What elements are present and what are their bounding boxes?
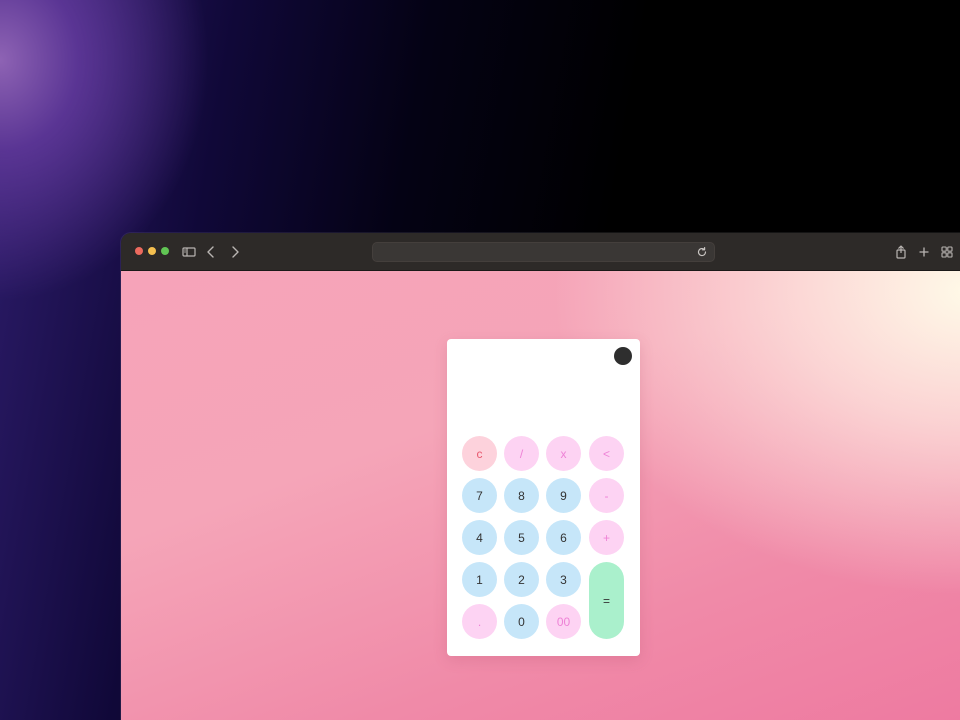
key-0[interactable]: 0 <box>504 604 539 639</box>
minimize-window-button[interactable] <box>148 247 156 255</box>
divide-button[interactable]: / <box>504 436 539 471</box>
back-icon[interactable] <box>203 244 219 260</box>
clear-button[interactable]: c <box>462 436 497 471</box>
double-zero-button[interactable]: 00 <box>546 604 581 639</box>
key-9[interactable]: 9 <box>546 478 581 513</box>
calculator: c / x < 7 8 9 - 4 5 6 + 1 2 3 = . 0 00 <box>447 339 640 656</box>
equals-button[interactable]: = <box>589 562 624 639</box>
reload-icon[interactable] <box>696 246 708 258</box>
key-5[interactable]: 5 <box>504 520 539 555</box>
browser-window: c / x < 7 8 9 - 4 5 6 + 1 2 3 = . 0 00 <box>121 233 960 720</box>
page-viewport: c / x < 7 8 9 - 4 5 6 + 1 2 3 = . 0 00 <box>121 271 960 720</box>
key-4[interactable]: 4 <box>462 520 497 555</box>
key-6[interactable]: 6 <box>546 520 581 555</box>
forward-icon[interactable] <box>227 244 243 260</box>
backspace-button[interactable]: < <box>589 436 624 471</box>
share-icon[interactable] <box>893 244 909 260</box>
calculator-display <box>459 369 628 429</box>
multiply-button[interactable]: x <box>546 436 581 471</box>
browser-toolbar <box>121 233 960 271</box>
key-3[interactable]: 3 <box>546 562 581 597</box>
plus-button[interactable]: + <box>589 520 624 555</box>
key-1[interactable]: 1 <box>462 562 497 597</box>
close-window-button[interactable] <box>135 247 143 255</box>
address-bar[interactable] <box>372 242 715 262</box>
new-tab-icon[interactable] <box>916 244 932 260</box>
key-2[interactable]: 2 <box>504 562 539 597</box>
key-7[interactable]: 7 <box>462 478 497 513</box>
theme-toggle-button[interactable] <box>614 347 632 365</box>
sidebar-icon[interactable] <box>181 244 197 260</box>
zoom-window-button[interactable] <box>161 247 169 255</box>
decimal-button[interactable]: . <box>462 604 497 639</box>
tab-overview-icon[interactable] <box>939 244 955 260</box>
key-8[interactable]: 8 <box>504 478 539 513</box>
minus-button[interactable]: - <box>589 478 624 513</box>
